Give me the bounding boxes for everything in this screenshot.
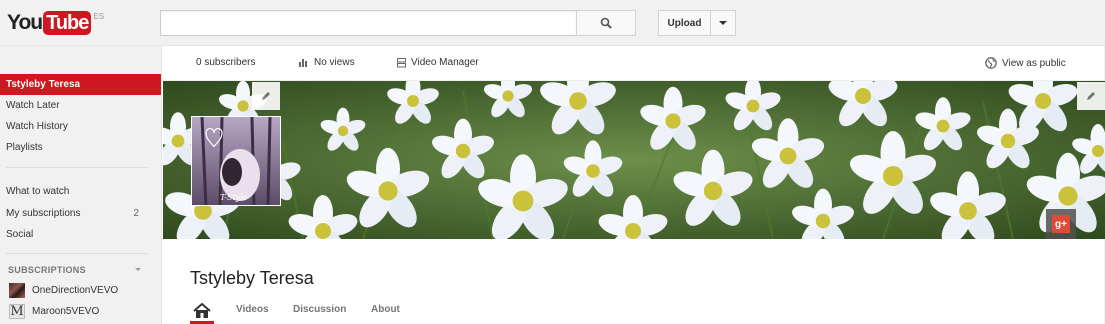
guide-item-social[interactable]: Social [0, 224, 161, 245]
guide-item-watch-history[interactable]: Watch History [0, 116, 161, 137]
guide-sidebar: Tstyleby Teresa Watch Later Watch Histor… [0, 46, 161, 324]
upload-button[interactable]: Upload [658, 10, 711, 36]
guide-item-label: Tstyleby Teresa [6, 79, 81, 90]
channel-title: Tstyleby Teresa [190, 268, 314, 288]
tab-discussion[interactable]: Discussion [293, 304, 346, 315]
views-text: No views [314, 57, 355, 68]
globe-icon [985, 57, 997, 69]
tab-home[interactable] [190, 303, 214, 324]
subscription-label: Maroon5VEVO [32, 305, 100, 317]
guide-item-label: Social [6, 229, 34, 240]
bar-chart-icon [299, 59, 307, 67]
flower-banner-image [163, 81, 1105, 239]
edit-avatar-button[interactable] [252, 82, 280, 110]
guide-item-playlists[interactable]: Playlists [0, 137, 161, 158]
avatar-caption: T-Style [220, 193, 248, 202]
tab-videos[interactable]: Videos [236, 304, 269, 315]
home-icon [193, 303, 211, 318]
channel-avatar[interactable]: T-Style [191, 116, 281, 206]
subscription-item-onedirection[interactable]: OneDirectionVEVO [9, 281, 118, 299]
video-manager-icon [397, 57, 406, 67]
google-plus-icon: g+ [1052, 215, 1070, 233]
subscription-count: 2 [133, 208, 139, 219]
guide-item-label: My subscriptions [6, 208, 81, 219]
guide-item-label: What to watch [6, 186, 70, 197]
search-icon [600, 17, 612, 29]
pencil-icon [262, 92, 270, 100]
guide-item-label: Watch Later [6, 100, 60, 111]
caret-down-icon [719, 21, 727, 25]
logo-region: ES [93, 12, 105, 21]
logo-you-text: You [7, 11, 43, 34]
search-input[interactable] [160, 10, 577, 36]
guide-item-label: Playlists [6, 142, 43, 153]
subscription-item-maroon5[interactable]: M Maroon5VEVO [9, 302, 99, 320]
logo-tube-text: Tube [43, 11, 92, 35]
guide-divider [6, 253, 147, 254]
edit-banner-button[interactable] [1077, 82, 1105, 110]
guide-item-what-to-watch[interactable]: What to watch [0, 181, 161, 202]
collapse-caret-icon[interactable] [135, 268, 141, 271]
view-as-public-text: View as public [1002, 57, 1066, 69]
masthead: You Tube ES Upload [0, 0, 1105, 46]
guide-item-watch-later[interactable]: Watch Later [0, 95, 161, 116]
search-button[interactable] [576, 10, 636, 36]
channel-banner: T-Style g+ [163, 81, 1105, 239]
guide-item-my-subscriptions[interactable]: My subscriptions 2 [0, 203, 161, 224]
guide-divider [6, 167, 147, 168]
youtube-logo[interactable]: You Tube ES [7, 11, 104, 35]
subscriptions-heading: SUBSCRIPTIONS [8, 265, 86, 275]
views-link[interactable]: No views [299, 57, 355, 68]
subscription-label: OneDirectionVEVO [32, 284, 119, 296]
guide-item-label: Watch History [6, 121, 68, 132]
upload-menu-button[interactable] [710, 10, 736, 36]
channel-topbar: 0 subscribers No views Video Manager Vie… [162, 46, 1105, 81]
channel-thumbnail [9, 282, 25, 298]
video-manager-text: Video Manager [411, 57, 479, 68]
google-plus-link[interactable]: g+ [1046, 209, 1076, 239]
pencil-icon [1087, 92, 1095, 100]
guide-item-channel[interactable]: Tstyleby Teresa [0, 74, 161, 95]
channel-content: 0 subscribers No views Video Manager Vie… [161, 46, 1105, 324]
view-as-public-link[interactable]: View as public [985, 57, 1066, 69]
channel-thumbnail: M [9, 303, 25, 319]
subscriber-count: 0 subscribers [196, 57, 255, 68]
tab-about[interactable]: About [371, 304, 400, 315]
subscriber-count-text: 0 subscribers [196, 57, 256, 68]
video-manager-link[interactable]: Video Manager [397, 57, 479, 68]
